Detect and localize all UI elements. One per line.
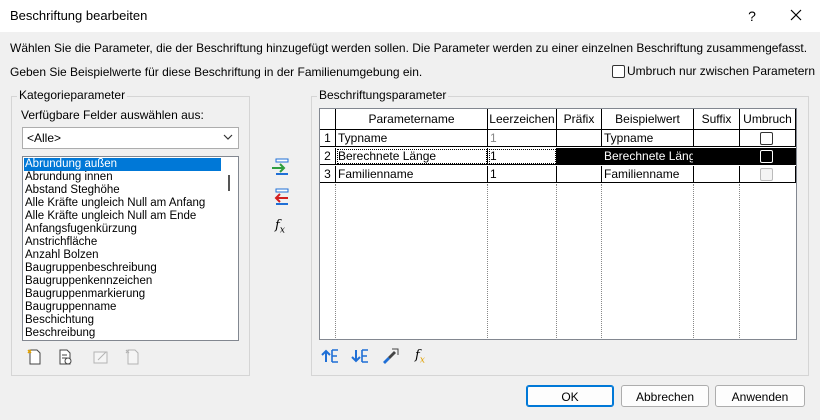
list-item[interactable]: Abrundung innen (24, 171, 221, 184)
spaces-cell[interactable]: 1 (488, 130, 557, 147)
prefix-cell[interactable] (557, 130, 602, 147)
sample-value-cell[interactable]: Typname (602, 130, 694, 147)
category-parameters-label: Kategorieparameter (17, 88, 128, 102)
available-fields-list[interactable]: Abrundung außen Abrundung innen Abstand St… (22, 156, 239, 341)
row-number: 1 (320, 130, 336, 147)
row-number: 3 (320, 166, 336, 183)
chevron-down-icon (223, 134, 233, 140)
available-fields-label: Verfügbare Felder auswählen aus: (21, 108, 204, 122)
window-title: Beschriftung bearbeiten (10, 8, 148, 23)
list-item[interactable]: Baugruppenname (24, 301, 221, 314)
column-guide (335, 184, 336, 339)
wrap-only-between-params-option[interactable]: Umbruch nur zwischen Parametern (612, 64, 815, 78)
formula-glyph: fx (275, 218, 285, 236)
list-scrollbar-thumb[interactable] (228, 175, 230, 191)
column-guide (487, 184, 488, 339)
parameter-name-cell[interactable]: Berechnete Länge (336, 148, 488, 165)
wrap-only-between-params-label: Umbruch nur zwischen Parametern (627, 64, 816, 78)
move-down-icon[interactable] (350, 346, 370, 366)
sample-value-cell[interactable]: Familienname (602, 166, 694, 183)
sample-value-cell[interactable]: Berechnete Läng (602, 148, 694, 165)
beispielwert-header[interactable]: Beispielwert (602, 109, 694, 130)
delete-parameter-icon[interactable] (91, 347, 111, 367)
wrap-cell (740, 166, 796, 183)
list-item[interactable]: Anzahl Bolzen (24, 249, 221, 262)
list-item[interactable]: Alle Kräfte ungleich Null am Anfang (24, 197, 221, 210)
field-filter-dropdown[interactable]: <Alle> (22, 127, 239, 149)
praefix-header[interactable]: Präfix (557, 109, 602, 130)
ok-button[interactable]: OK (526, 385, 614, 407)
formula-icon[interactable]: fx (270, 216, 290, 236)
wrap-checkbox[interactable] (760, 150, 773, 163)
suffix-cell[interactable] (694, 166, 740, 183)
column-guide (693, 184, 694, 339)
suffix-header[interactable]: Suffix (694, 109, 740, 130)
label-parameters-label: Beschriftungsparameter (317, 88, 449, 102)
list-item[interactable]: Beschreibung (24, 327, 221, 340)
parameter-name-cell[interactable]: Typname (336, 130, 488, 147)
apply-button[interactable]: Anwenden (715, 385, 805, 407)
spaces-cell[interactable]: 1 (488, 148, 557, 165)
list-item[interactable]: Anfangsfugenkürzung (24, 223, 221, 236)
list-item[interactable]: Baugruppenkennzeichen (24, 275, 221, 288)
add-parameter-icon[interactable] (270, 156, 290, 176)
field-filter-value: <Alle> (27, 131, 62, 145)
list-item[interactable]: Baugruppenmarkierung (24, 288, 221, 301)
formula-edit-glyph: fx (415, 348, 425, 366)
list-item[interactable]: Anstrichfläche (24, 236, 221, 249)
formula-edit-icon[interactable]: fx (410, 346, 430, 366)
description-line-1: Wählen Sie die Parameter, die der Beschr… (10, 41, 808, 55)
list-item[interactable]: Beschichtung (24, 314, 221, 327)
wrap-checkbox[interactable] (760, 132, 773, 145)
column-guide (556, 184, 557, 339)
move-up-icon[interactable] (320, 346, 340, 366)
wrap-only-between-params-checkbox[interactable] (612, 64, 625, 78)
list-item[interactable]: Alle Kräfte ungleich Null am Ende (24, 210, 221, 223)
parametername-header[interactable]: Parametername (336, 109, 488, 130)
parameter-name-cell[interactable]: Familienname (336, 166, 488, 183)
cancel-button[interactable]: Abbrechen (621, 385, 709, 407)
wrap-cell (740, 130, 796, 147)
prefix-cell[interactable] (557, 166, 602, 183)
edit-parameter-icon[interactable] (55, 347, 75, 367)
paste-parameter-icon[interactable] (123, 347, 143, 367)
leerzeichen-header[interactable]: Leerzeichen (488, 109, 557, 130)
prefix-cell[interactable] (557, 148, 602, 165)
edit-label-format-icon[interactable] (380, 346, 400, 366)
list-item[interactable]: Abrundung außen (24, 158, 221, 171)
help-button[interactable]: ? (742, 6, 762, 26)
suffix-cell[interactable] (694, 130, 740, 147)
remove-parameter-icon[interactable] (270, 186, 290, 206)
description-line-2: Geben Sie Beispielwerte für diese Beschr… (10, 65, 423, 79)
row-number: 2 (320, 148, 336, 165)
wrap-checkbox[interactable] (760, 168, 773, 181)
list-item[interactable]: Baugruppenbeschreibung (24, 262, 221, 275)
column-guide (739, 184, 740, 339)
close-icon (790, 9, 802, 21)
row-number-header[interactable] (320, 109, 336, 130)
spaces-cell[interactable]: 1 (488, 166, 557, 183)
close-button[interactable] (785, 4, 807, 26)
label-parameters-grid[interactable]: Parametername Leerzeichen Präfix Beispielwe… (319, 108, 797, 340)
column-guide (601, 184, 602, 339)
suffix-cell[interactable] (694, 148, 740, 165)
umbruch-header[interactable]: Umbruch (740, 109, 796, 130)
new-parameter-icon[interactable] (25, 347, 45, 367)
list-item[interactable]: Abstand Steghöhe (24, 184, 221, 197)
wrap-cell (740, 148, 796, 165)
